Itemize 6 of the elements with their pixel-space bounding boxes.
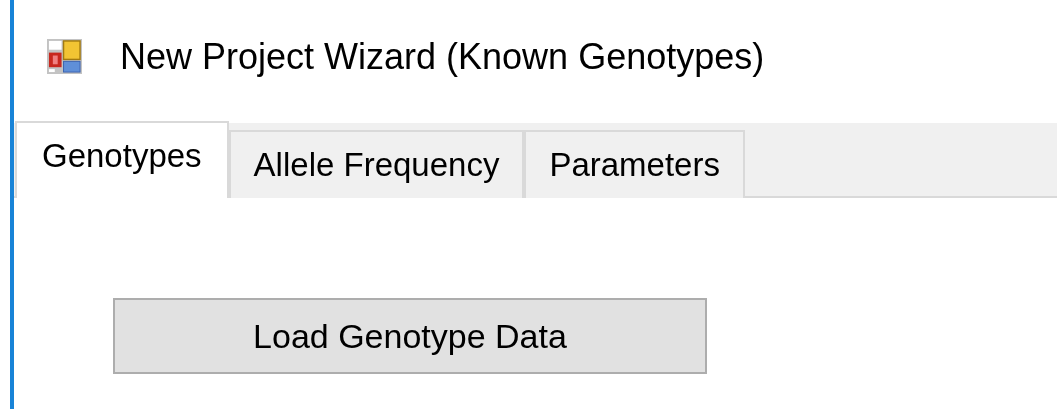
window-title: New Project Wizard (Known Genotypes) <box>120 35 765 79</box>
tab[interactable]: Genotypes <box>15 121 229 198</box>
app-icon <box>47 39 82 74</box>
tab[interactable]: Parameters <box>524 130 745 198</box>
tab[interactable]: Allele Frequency <box>228 130 525 198</box>
load-data-button[interactable]: Load Genotype Data <box>113 298 707 374</box>
